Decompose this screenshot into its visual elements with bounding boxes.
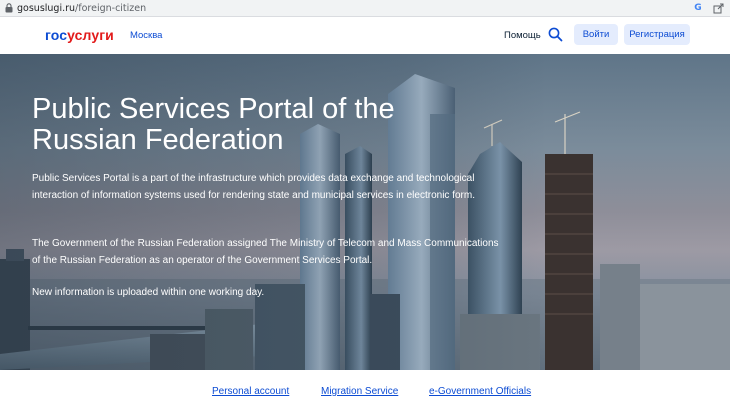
hero-paragraph-updates: New information is uploaded within one w… [32,287,265,298]
register-button[interactable]: Регистрация [624,24,690,45]
personal-account-link[interactable]: Personal account [212,386,289,397]
gosuslugi-logo[interactable]: госуслуги [45,27,114,43]
help-link[interactable]: Помощь [504,30,541,41]
lock-icon [4,3,14,13]
share-icon[interactable] [712,2,724,14]
search-icon[interactable] [548,27,563,42]
migration-service-link[interactable]: Migration Service [321,386,398,397]
google-icon[interactable]: G [692,2,704,14]
browser-address-bar[interactable]: gosuslugi.ru/foreign-citizen G [0,0,730,17]
logo-part-gos: гос [45,27,68,43]
browser-actions: G [692,2,724,14]
footer-links: Personal account Migration Service e-Gov… [0,370,730,410]
address-url[interactable]: gosuslugi.ru/foreign-citizen [17,3,146,14]
city-selector[interactable]: Москва [130,30,162,41]
site-header: госуслуги Москва Помощь Войти Регистраци… [0,17,730,54]
login-button[interactable]: Войти [574,24,618,45]
hero-title: Public Services Portal of the Russian Fe… [32,93,395,156]
url-path: /foreign-citizen [75,2,147,14]
e-government-officials-link[interactable]: e-Government Officials [429,386,531,397]
logo-part-uslugi: услуги [67,27,114,43]
hero-paragraph-infrastructure: Public Services Portal is a part of the … [32,173,475,201]
hero-paragraph-operator: The Government of the Russian Federation… [32,238,499,266]
url-host: gosuslugi.ru [17,2,76,14]
hero-banner: Public Services Portal of the Russian Fe… [0,54,730,370]
